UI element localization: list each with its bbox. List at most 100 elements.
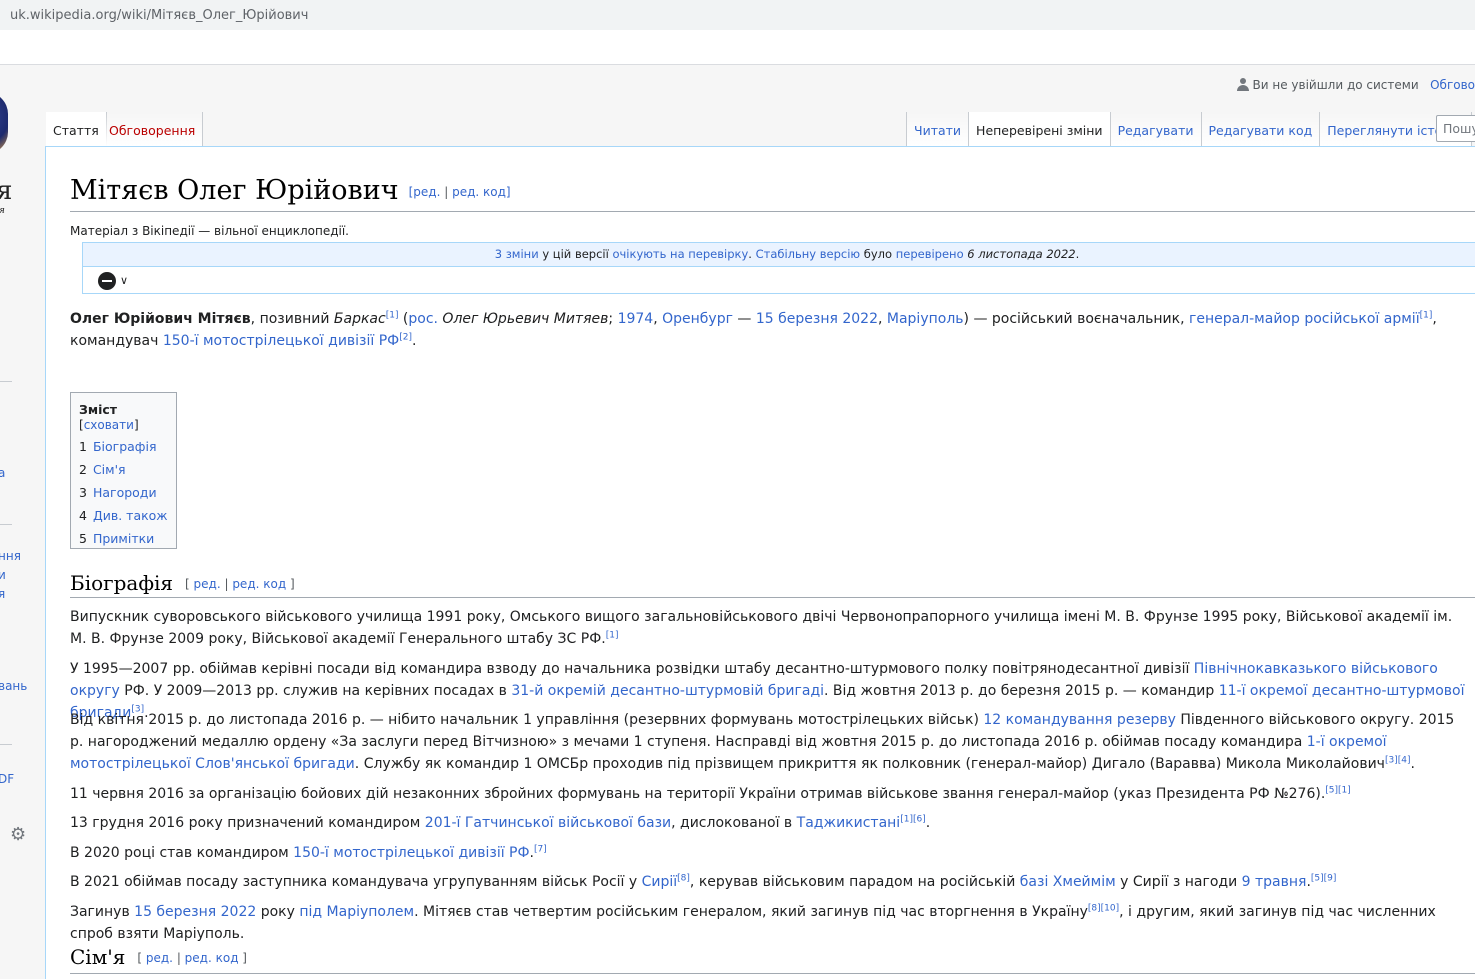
reference[interactable]: [8] xyxy=(677,873,690,883)
reference[interactable]: [1][6] xyxy=(900,814,926,824)
toc-number: 5 xyxy=(79,531,87,546)
toc-item[interactable]: 3 Нагороди xyxy=(79,485,176,501)
sidebar-link[interactable]: я xyxy=(0,587,5,601)
text: — xyxy=(732,311,756,327)
text: , xyxy=(877,311,887,327)
death-date-link[interactable]: 15 березня 2022 xyxy=(756,311,878,327)
tab-pending-changes[interactable]: Неперевірені зміни xyxy=(969,112,1111,146)
reference[interactable]: [7] xyxy=(534,844,547,854)
stable-version-link[interactable]: Стабільну версію xyxy=(756,247,861,261)
toc-link-family[interactable]: Сім'я xyxy=(93,462,126,477)
reference[interactable]: [2] xyxy=(399,332,412,342)
review-status-toggle[interactable]: ∨ xyxy=(98,272,138,290)
talk-link[interactable]: Обгово xyxy=(1430,78,1475,92)
separator: | xyxy=(440,185,453,199)
reference[interactable]: [1] xyxy=(386,310,399,320)
sidebar-divider xyxy=(0,744,12,745)
logo-tagline: ія xyxy=(0,206,5,216)
browser-address-bar[interactable]: uk.wikipedia.org/wiki/Мітяєв_Олег_Юрійов… xyxy=(0,0,1475,30)
toc-item[interactable]: 4 Див. також xyxy=(79,508,176,524)
reference[interactable]: [1] xyxy=(606,630,619,640)
reference[interactable]: [5][9] xyxy=(1311,873,1337,883)
reference[interactable]: [1] xyxy=(1420,310,1433,320)
bracket: ] xyxy=(286,577,295,591)
division-link[interactable]: 150-ї мотострілецької дивізії РФ xyxy=(163,333,399,349)
article-link[interactable]: Таджикистані xyxy=(797,815,901,831)
not-logged-in-text: Ви не увійшли до системи xyxy=(1252,78,1419,92)
paragraph: Від квітня 2015 р. до листопада 2016 р. … xyxy=(70,709,1470,775)
toc-item[interactable]: 2 Сім'я xyxy=(79,462,176,478)
gear-icon[interactable]: ⚙ xyxy=(10,824,26,845)
article-link[interactable]: 12 командування резерву xyxy=(983,712,1176,728)
tab-read[interactable]: Читати xyxy=(906,112,970,146)
awaiting-review-link[interactable]: очікують на перевірку xyxy=(612,247,748,261)
title-edit-links: [ред. | ред. код] xyxy=(409,185,511,199)
article-link[interactable]: 150-ї мотострілецької дивізії РФ xyxy=(293,845,529,861)
toc-item[interactable]: 1 Біографія xyxy=(79,439,176,455)
text: , позивний xyxy=(250,311,334,327)
article-link[interactable]: Сирії xyxy=(642,874,678,890)
toc-item[interactable]: 5 Примітки xyxy=(79,531,176,547)
sidebar-link[interactable]: ння xyxy=(0,549,21,563)
text: ; xyxy=(608,311,618,327)
article-link[interactable]: 15 березня 2022 xyxy=(134,904,256,920)
reference[interactable]: [8][10] xyxy=(1088,903,1119,913)
tab-edit-source[interactable]: Редагувати код xyxy=(1201,112,1321,146)
user-icon xyxy=(1236,78,1249,91)
paragraph: В 2021 обіймав посаду заступника команду… xyxy=(70,871,1470,893)
edit-source-link[interactable]: ред. код xyxy=(452,185,506,199)
bracket: [ xyxy=(137,951,146,965)
text: ) — російський воєначальник, xyxy=(963,311,1189,327)
reference[interactable]: [3][4] xyxy=(1385,755,1411,765)
section-rule xyxy=(70,597,1475,598)
pending-changes-notice: 3 зміни у цій версії очікують на перевір… xyxy=(82,242,1475,267)
edit-source-link[interactable]: ред. код xyxy=(232,577,286,591)
toc-number: 1 xyxy=(79,439,87,454)
article-link[interactable]: базі Хмеймім xyxy=(1020,874,1116,890)
toc-number: 3 xyxy=(79,485,87,500)
toc-hide-link[interactable]: сховати xyxy=(84,418,134,432)
rank-link[interactable]: генерал-майор російської армії xyxy=(1189,311,1420,327)
edit-source-link[interactable]: ред. код xyxy=(185,951,239,965)
toc-link-awards[interactable]: Нагороди xyxy=(93,485,157,500)
article-link[interactable]: 31-й окремій десантно-штурмовій бригаді xyxy=(511,683,824,699)
lang-link[interactable]: рос. xyxy=(408,311,438,327)
toc-link-see-also[interactable]: Див. також xyxy=(93,508,168,523)
reference[interactable]: [5][1] xyxy=(1325,785,1351,795)
separator: | xyxy=(220,577,233,591)
tab-article[interactable]: Стаття xyxy=(46,112,107,146)
review-date: 6 листопада 2022 xyxy=(967,247,1076,261)
text: , дислокованої в xyxy=(671,815,797,831)
article-content: Мітяєв Олег Юрійович [ред. | ред. код] Ма… xyxy=(45,146,1475,979)
birthplace-link[interactable]: Оренбург xyxy=(662,311,733,327)
url-text[interactable]: uk.wikipedia.org/wiki/Мітяєв_Олег_Юрійов… xyxy=(10,8,308,23)
paragraph: В 2020 році став командиром 150-ї мотост… xyxy=(70,842,1470,864)
edit-link[interactable]: ред. xyxy=(194,577,221,591)
edit-link[interactable]: ред. xyxy=(146,951,173,965)
tab-edit[interactable]: Редагувати xyxy=(1110,112,1202,146)
article-link[interactable]: під Маріуполем xyxy=(299,904,414,920)
toc-link-notes[interactable]: Примітки xyxy=(93,531,154,546)
toc-number: 2 xyxy=(79,462,87,477)
text: , керував військовим парадом на російськ… xyxy=(689,874,1020,890)
search-input[interactable]: Пошук xyxy=(1436,115,1475,142)
sidebar-link[interactable]: DF xyxy=(0,772,14,786)
reviewed-link[interactable]: перевірено xyxy=(896,247,964,261)
article-link[interactable]: 201-ї Гатчинської військової бази xyxy=(425,815,671,831)
text: 13 грудня 2016 року призначений командир… xyxy=(70,815,425,831)
tab-talk[interactable]: Обговорення xyxy=(102,112,204,146)
sidebar-link[interactable]: вань xyxy=(0,679,27,693)
toc-link-biography[interactable]: Біографія xyxy=(93,439,157,454)
edit-link[interactable]: ред. xyxy=(413,185,440,199)
notice-text: було xyxy=(860,247,896,261)
wikipedia-logo[interactable] xyxy=(0,92,8,154)
changes-link[interactable]: 3 зміни xyxy=(495,247,539,261)
sidebar-link[interactable]: а xyxy=(0,466,5,480)
table-of-contents: Зміст [сховати] 1 Біографія 2 Сім'я 3 Нагор… xyxy=(70,392,177,549)
year-link[interactable]: 1974 xyxy=(618,311,654,327)
article-link[interactable]: 9 травня xyxy=(1242,874,1307,890)
section-title: Біографія xyxy=(70,571,174,595)
sidebar-link[interactable]: и xyxy=(0,568,6,582)
toc-title-text: Зміст xyxy=(79,402,118,417)
deathplace-link[interactable]: Маріуполь xyxy=(887,311,964,327)
